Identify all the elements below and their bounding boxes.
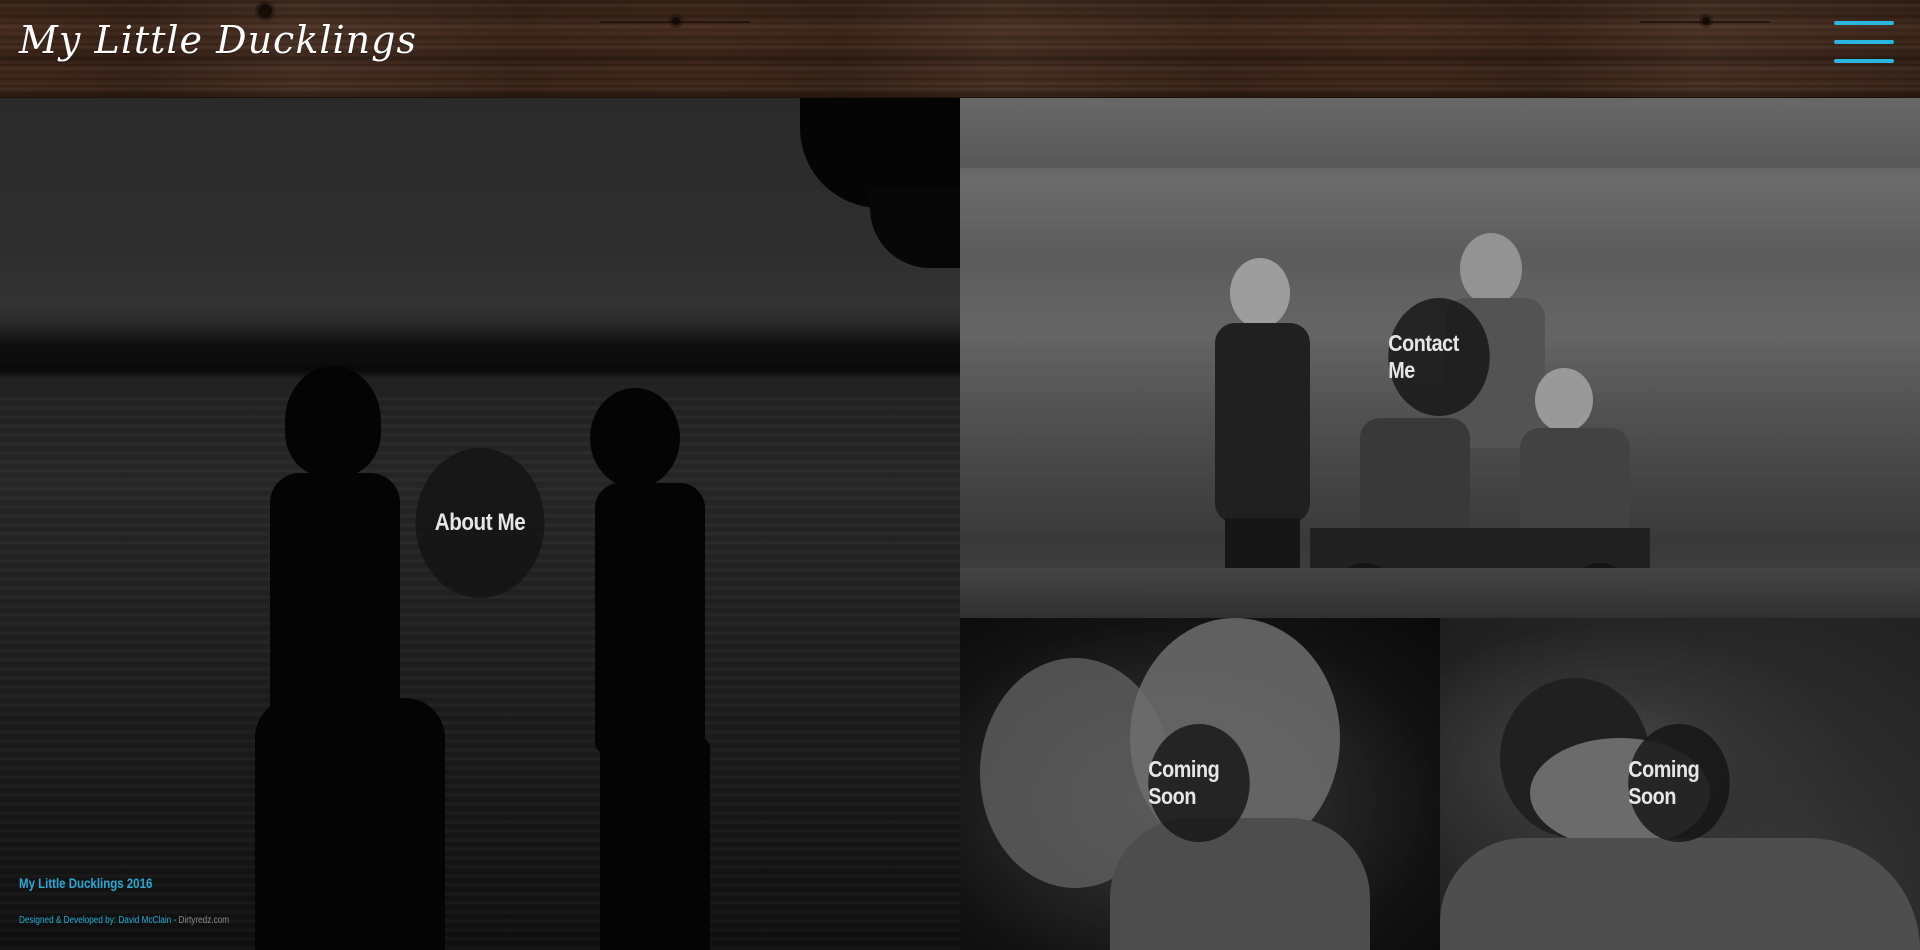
coming-soon-label-1: Coming Soon bbox=[1148, 756, 1220, 809]
tile-about-me[interactable]: About Me bbox=[0, 98, 960, 950]
wood-grain-line bbox=[1640, 21, 1770, 23]
contact-me-label: Contact Me bbox=[1388, 330, 1459, 383]
site-header: My Little Ducklings bbox=[0, 0, 1920, 98]
coming-soon-button-2[interactable]: Coming Soon bbox=[1628, 724, 1730, 842]
wood-knot-decoration bbox=[258, 4, 272, 18]
coming-soon-button-1[interactable]: Coming Soon bbox=[1148, 724, 1250, 842]
coming-soon-label-2: Coming Soon bbox=[1628, 756, 1700, 809]
tile-coming-soon-2[interactable]: Coming Soon bbox=[1440, 618, 1920, 950]
hamburger-menu-icon[interactable] bbox=[1834, 21, 1894, 65]
tile-coming-soon-1[interactable]: Coming Soon bbox=[960, 618, 1440, 950]
developer-credit-link[interactable]: Designed & Developed by: David McClain bbox=[19, 915, 171, 926]
site-title[interactable]: My Little Ducklings bbox=[19, 18, 417, 62]
tile-contact-me[interactable]: Contact Me bbox=[960, 98, 1920, 618]
menu-bar bbox=[1834, 59, 1894, 63]
menu-bar bbox=[1834, 21, 1894, 25]
credit-separator: - bbox=[171, 915, 179, 926]
about-me-label: About Me bbox=[434, 509, 526, 536]
about-me-button[interactable]: About Me bbox=[415, 448, 545, 598]
contact-me-button[interactable]: Contact Me bbox=[1388, 298, 1490, 416]
wood-grain-line bbox=[600, 21, 750, 23]
footer-copyright: My Little Ducklings 2016 bbox=[19, 875, 153, 891]
footer-credit: Designed & Developed by: David McClain -… bbox=[19, 915, 229, 926]
menu-bar bbox=[1834, 40, 1894, 44]
developer-domain-link[interactable]: Dirtyredz.com bbox=[179, 915, 230, 926]
